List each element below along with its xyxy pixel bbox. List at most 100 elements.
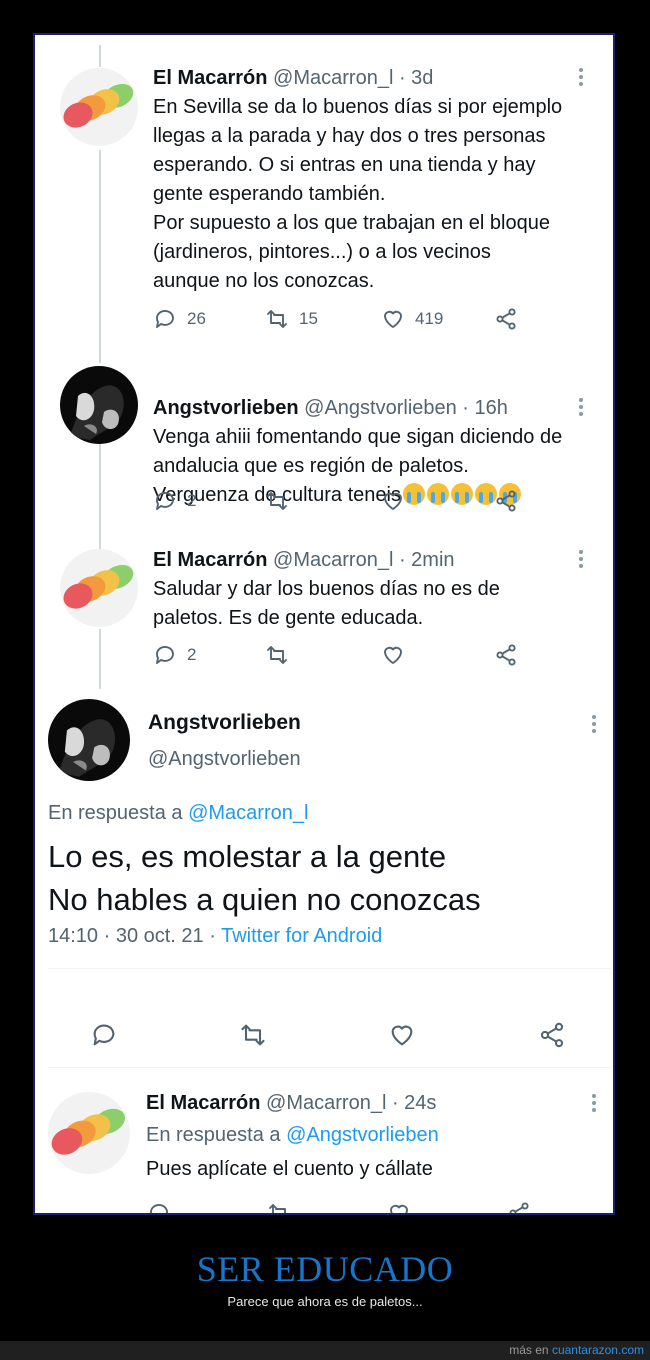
more-options-icon[interactable] xyxy=(579,398,583,419)
reply-count: 2 xyxy=(187,645,197,664)
reply-prefix: En respuesta a xyxy=(48,802,183,824)
retweet-icon xyxy=(269,1204,286,1213)
divider xyxy=(48,968,610,969)
share-button[interactable] xyxy=(507,1201,531,1213)
share-button[interactable] xyxy=(494,643,518,667)
focused-tweet[interactable]: Angstvorlieben @Angstvorlieben En respue… xyxy=(35,695,613,1068)
retweet-icon xyxy=(267,492,287,510)
share-icon xyxy=(496,490,516,512)
tweet-actions: 2 xyxy=(153,489,533,519)
display-name[interactable]: El Macarrón xyxy=(146,1092,260,1114)
site-credit: más en cuantarazon.com xyxy=(509,1343,644,1357)
reply-context: En respuesta a @Angstvorlieben xyxy=(146,1124,439,1147)
tweet-line: No hables a quien no conozcas xyxy=(48,882,481,917)
tweet-header: Angstvorlieben @Angstvorlieben · 16h xyxy=(153,397,508,420)
macaron-avatar-icon xyxy=(48,1092,130,1174)
dark-figure-avatar-icon xyxy=(60,366,138,444)
avatar[interactable] xyxy=(60,366,138,444)
avatar[interactable] xyxy=(48,699,130,781)
more-options-icon[interactable] xyxy=(592,1094,596,1115)
like-button[interactable] xyxy=(381,643,405,667)
focused-actions xyxy=(35,1021,613,1051)
display-name[interactable]: Angstvorlieben xyxy=(153,397,299,419)
reply-prefix: En respuesta a xyxy=(146,1124,281,1146)
retweet-count: 15 xyxy=(299,309,318,328)
site-bar: más en cuantarazon.com xyxy=(0,1341,650,1360)
handle[interactable]: @Angstvorlieben xyxy=(148,748,301,771)
retweet-icon[interactable] xyxy=(239,1021,267,1049)
display-name[interactable]: El Macarrón xyxy=(153,67,267,89)
tweet[interactable]: El Macarrón @Macarron_l · 2min Saludar y… xyxy=(35,545,613,695)
heart-icon xyxy=(384,310,402,328)
share-button[interactable] xyxy=(494,307,518,331)
heart-icon xyxy=(390,1204,408,1213)
avatar[interactable] xyxy=(48,1092,130,1174)
reply-icon xyxy=(156,646,174,664)
reply-icon xyxy=(156,310,174,328)
reply-icon xyxy=(150,1204,168,1213)
timestamp[interactable]: 14:10 · 30 oct. 21 · xyxy=(48,925,216,947)
site-credit-prefix: más en xyxy=(509,1343,549,1357)
like-count: 419 xyxy=(415,309,444,328)
handle-time[interactable]: @Macarron_l · 2min xyxy=(273,549,454,571)
more-options-icon[interactable] xyxy=(592,715,596,736)
share-icon xyxy=(509,1202,529,1213)
heart-icon xyxy=(384,492,402,510)
retweet-button[interactable] xyxy=(267,1201,291,1213)
retweet-icon xyxy=(267,646,287,664)
focused-tweet-text: Lo es, es molestar a la gente No hables … xyxy=(48,835,481,921)
retweet-button[interactable] xyxy=(265,489,289,513)
handle-time[interactable]: @Macarron_l · 3d xyxy=(273,67,433,89)
tweet[interactable]: El Macarrón @Macarron_l · 3d En Sevilla … xyxy=(35,35,613,355)
handle-time[interactable]: @Macarron_l · 24s xyxy=(266,1092,436,1114)
tweet-actions xyxy=(147,1201,529,1213)
tweet-line: Lo es, es molestar a la gente xyxy=(48,839,447,874)
tweet-actions: 26 15 419 xyxy=(153,307,533,337)
reply-button[interactable]: 2 xyxy=(153,489,196,513)
tweet-header: El Macarrón @Macarron_l · 2min xyxy=(153,549,455,572)
retweet-button[interactable] xyxy=(265,643,289,667)
heart-icon xyxy=(384,646,402,664)
share-icon xyxy=(496,308,516,330)
tweet[interactable]: El Macarrón @Macarron_l · 24s En respues… xyxy=(35,1067,613,1213)
reply-to-link[interactable]: @Angstvorlieben xyxy=(286,1124,439,1146)
like-button[interactable]: 419 xyxy=(381,307,443,331)
reply-count: 2 xyxy=(187,491,197,510)
tweet-text: En Sevilla se da lo buenos días si por e… xyxy=(153,96,563,292)
reply-button[interactable] xyxy=(147,1201,171,1213)
share-button[interactable] xyxy=(494,489,518,513)
retweet-icon xyxy=(267,310,287,328)
post-subtitle: Parece que ahora es de paletos... xyxy=(227,1294,423,1309)
like-button[interactable] xyxy=(387,1201,411,1213)
tweet-actions: 2 xyxy=(153,643,533,673)
display-name[interactable]: El Macarrón xyxy=(153,549,267,571)
tweet[interactable]: Angstvorlieben @Angstvorlieben · 16h Ven… xyxy=(35,363,613,543)
post-title: SER EDUCADO xyxy=(196,1249,454,1289)
avatar[interactable] xyxy=(60,68,138,146)
more-options-icon[interactable] xyxy=(579,68,583,89)
handle-time[interactable]: @Angstvorlieben · 16h xyxy=(304,397,508,419)
share-icon xyxy=(496,644,516,666)
screenshot-frame: El Macarrón @Macarron_l · 3d En Sevilla … xyxy=(33,33,615,1215)
reply-button[interactable]: 26 xyxy=(153,307,206,331)
site-link[interactable]: cuantarazon.com xyxy=(552,1343,644,1357)
retweet-button[interactable]: 15 xyxy=(265,307,318,331)
reply-to-link[interactable]: @Macarron_l xyxy=(188,802,308,824)
heart-icon[interactable] xyxy=(388,1021,416,1049)
dark-figure-avatar-icon xyxy=(48,699,130,781)
avatar[interactable] xyxy=(60,549,138,627)
share-icon[interactable] xyxy=(538,1021,566,1049)
tweet-header: El Macarrón @Macarron_l · 3d xyxy=(153,67,433,90)
more-options-icon[interactable] xyxy=(579,550,583,571)
source-link[interactable]: Twitter for Android xyxy=(221,925,382,947)
reply-button[interactable]: 2 xyxy=(153,643,196,667)
macaron-avatar-icon xyxy=(60,68,138,146)
like-button[interactable] xyxy=(381,489,405,513)
tweet-header: El Macarrón @Macarron_l · 24s xyxy=(146,1092,436,1115)
tweet-text: Saludar y dar los buenos días no es de p… xyxy=(153,578,500,629)
macaron-avatar-icon xyxy=(60,549,138,627)
reply-context: En respuesta a @Macarron_l xyxy=(48,802,308,825)
tweet-timestamp: 14:10 · 30 oct. 21 · Twitter for Android xyxy=(48,925,382,948)
reply-icon[interactable] xyxy=(90,1021,118,1049)
display-name[interactable]: Angstvorlieben xyxy=(148,711,301,735)
